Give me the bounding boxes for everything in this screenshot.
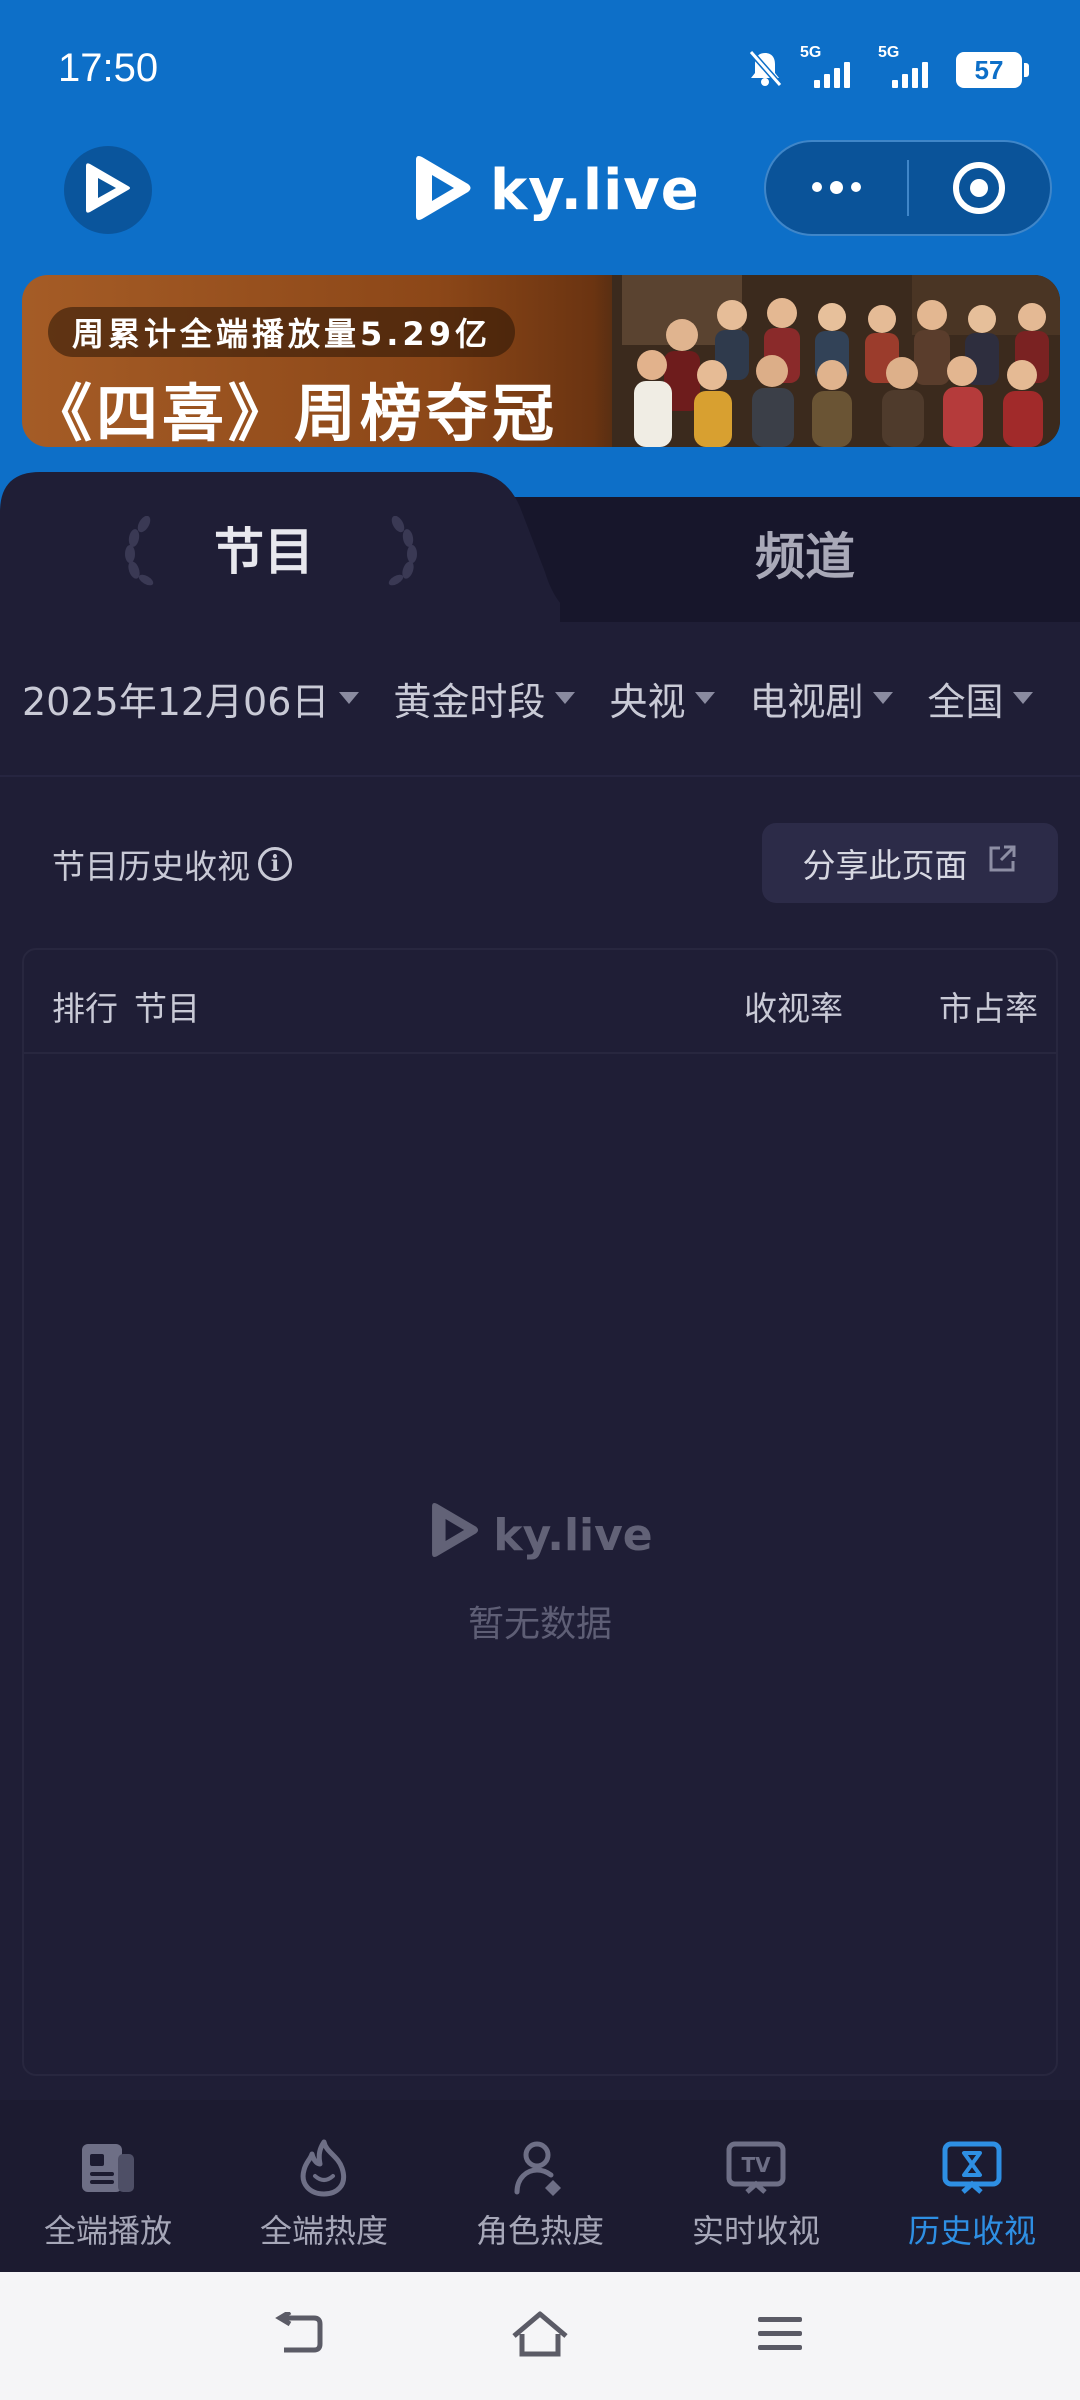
battery-icon: 57: [956, 52, 1029, 88]
more-button[interactable]: [766, 142, 907, 234]
status-time: 17:50: [58, 46, 159, 90]
share-page-button[interactable]: 分享此页面: [762, 823, 1058, 903]
caret-down-icon: [873, 692, 894, 704]
system-menu-button[interactable]: [660, 2272, 900, 2400]
nav-realtime-ratings[interactable]: TV 实时收视: [648, 2100, 864, 2272]
app-nav-bar: ky.live: [0, 130, 1080, 260]
signal-icon: 5G: [878, 44, 938, 90]
status-bar: 17:50 5G 5G 57: [0, 0, 1080, 130]
laurel-left-icon: [118, 515, 154, 590]
signal-icon: 5G: [800, 44, 860, 90]
caret-down-icon: [695, 692, 716, 704]
tab-bar: 节目 频道: [0, 472, 1080, 622]
empty-text: 暂无数据: [467, 1604, 612, 1645]
system-nav-bar: [0, 2272, 1080, 2400]
empty-state: ky.live 暂无数据: [24, 1500, 1056, 1647]
home-logo-button[interactable]: [64, 146, 152, 234]
filter-region[interactable]: 全国: [927, 671, 1034, 726]
filter-genre-label: 电视剧: [749, 679, 864, 724]
tab-program[interactable]: 节目: [214, 512, 314, 584]
empty-brand: ky.live: [493, 1510, 653, 1561]
column-program: 节目: [134, 989, 200, 1028]
person-icon: [508, 2136, 572, 2200]
hourglass-icon: [940, 2136, 1004, 2200]
divider: [0, 775, 1080, 777]
bell-muted-icon: [748, 49, 783, 91]
info-icon[interactable]: i: [258, 847, 292, 881]
miniapp-capsule: [764, 140, 1052, 236]
play-logo-icon: [410, 153, 474, 227]
close-miniapp-button[interactable]: [909, 142, 1050, 234]
menu-icon: [756, 2314, 804, 2358]
filter-date-label: 2025年12月06日: [22, 679, 330, 724]
filter-timeslot-label: 黄金时段: [393, 679, 546, 724]
more-dots-icon: [812, 180, 861, 194]
header-area: 17:50 5G 5G 57 ky.live 周累计全端播放量5.29亿 《四喜…: [0, 0, 1080, 520]
filter-genre[interactable]: 电视剧: [749, 671, 894, 726]
column-market-share[interactable]: 市占率: [939, 982, 1038, 1030]
section-title-text: 节目历史收视: [52, 847, 250, 886]
system-back-button[interactable]: [180, 2272, 420, 2400]
home-icon: [510, 2310, 570, 2362]
nav-all-play[interactable]: 全端播放: [0, 2100, 216, 2272]
section-title: 节目历史收视 i: [52, 840, 292, 888]
table-header: 排行 节目 收视率 市占率: [24, 950, 1056, 1054]
banner-photo: [612, 275, 1060, 447]
banner-title: 《四喜》周榜夺冠: [30, 377, 559, 447]
column-rating[interactable]: 收视率: [744, 982, 843, 1030]
nav-role-heat-label: 角色热度: [475, 2212, 604, 2250]
promo-banner[interactable]: 周累计全端播放量5.29亿 《四喜》周榜夺冠: [22, 275, 1060, 447]
nav-all-play-label: 全端播放: [43, 2212, 172, 2250]
bottom-tab-bar: 全端播放 全端热度 角色热度 TV 实时收视 历史收视: [0, 2100, 1080, 2272]
flame-icon: [292, 2136, 356, 2200]
caret-down-icon: [555, 692, 576, 704]
nav-realtime-ratings-label: 实时收视: [691, 2212, 820, 2250]
status-icons: 5G 5G 57: [748, 44, 1029, 92]
empty-logo: ky.live: [427, 1500, 653, 1571]
filter-row: 2025年12月06日 黄金时段 央视 电视剧 全国: [22, 668, 1067, 728]
nav-history-ratings[interactable]: 历史收视: [864, 2100, 1080, 2272]
tv-icon: TV: [724, 2136, 788, 2200]
nav-history-ratings-label: 历史收视: [907, 2212, 1036, 2250]
filter-region-label: 全国: [927, 679, 1004, 724]
tab-channel[interactable]: 频道: [755, 517, 855, 589]
back-icon: [274, 2309, 326, 2360]
news-icon: [76, 2136, 140, 2200]
filter-channel-group-label: 央视: [609, 679, 686, 724]
share-label: 分享此页面: [802, 846, 968, 885]
external-link-icon: [986, 843, 1018, 883]
brand-name: ky.live: [490, 157, 700, 223]
play-logo-icon: [427, 1500, 481, 1571]
caret-down-icon: [1013, 692, 1034, 704]
banner-subtitle: 周累计全端播放量5.29亿: [48, 307, 515, 357]
laurel-right-icon: [388, 515, 424, 590]
brand-logo: ky.live: [410, 148, 700, 232]
system-home-button[interactable]: [420, 2272, 660, 2400]
svg-text:TV: TV: [741, 2153, 771, 2177]
ratings-table: 排行 节目 收视率 市占率 ky.live 暂无数据: [22, 948, 1058, 2076]
nav-all-heat-label: 全端热度: [259, 2212, 388, 2250]
target-icon: [953, 162, 1006, 214]
play-logo-icon: [82, 160, 134, 220]
filter-timeslot[interactable]: 黄金时段: [393, 671, 576, 726]
nav-all-heat[interactable]: 全端热度: [216, 2100, 432, 2272]
filter-channel-group[interactable]: 央视: [609, 671, 716, 726]
caret-down-icon: [339, 692, 360, 704]
filter-date[interactable]: 2025年12月06日: [22, 671, 360, 726]
column-rank[interactable]: 排行: [52, 982, 118, 1030]
nav-role-heat[interactable]: 角色热度: [432, 2100, 648, 2272]
